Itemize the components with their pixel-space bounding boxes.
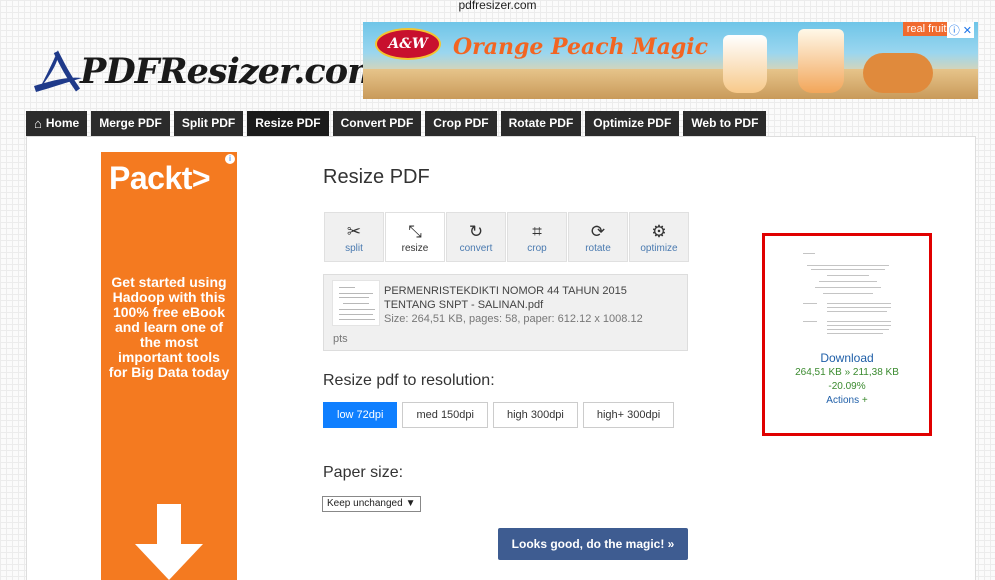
top-caption: pdfresizer.com: [458, 0, 537, 12]
thumb-line: [827, 333, 883, 334]
top-banner-ad[interactable]: A&W Orange Peach Magic real fruits ⓘ ✕: [363, 22, 978, 99]
do-magic-button[interactable]: Looks good, do the magic! »: [498, 528, 688, 560]
scissors-icon: ✂: [346, 221, 362, 241]
tool-convert[interactable]: ↻ convert: [446, 212, 506, 262]
thumb-line: [811, 269, 885, 270]
thumb-line: [339, 309, 375, 310]
nav-tab-convert-pdf[interactable]: Convert PDF: [332, 111, 422, 136]
tool-optimize[interactable]: ⚙ optimize: [629, 212, 689, 262]
thumb-line: [807, 265, 889, 266]
food-image: [863, 53, 933, 93]
rotate-icon: ⟳: [590, 221, 606, 241]
thumb-line: [343, 303, 369, 304]
thumb-line: [339, 314, 373, 315]
chevron-down-icon: ▼: [405, 498, 416, 509]
resize-icon: ⤡: [408, 221, 422, 241]
thumb-line: [803, 321, 817, 322]
tool-label: rotate: [585, 242, 611, 254]
pdf-logo-icon: [34, 50, 82, 92]
result-panel: Download 264,51 KB » 211,38 KB -20.09% A…: [762, 233, 932, 436]
plus-icon: +: [861, 395, 868, 406]
thumb-line: [827, 329, 889, 330]
result-thumbnail[interactable]: [797, 243, 899, 347]
file-thumbnail[interactable]: [332, 280, 380, 326]
thumb-line: [339, 297, 369, 298]
page-title: Resize PDF: [323, 166, 430, 188]
thumb-line: [827, 307, 891, 308]
crop-icon: ⌗: [532, 221, 542, 241]
nav-tab-resize-pdf[interactable]: Resize PDF: [247, 111, 329, 136]
aw-logo: A&W: [375, 28, 441, 60]
thumb-line: [827, 303, 891, 304]
nav-tab-crop-pdf[interactable]: Crop PDF: [425, 111, 497, 136]
thumb-line: [827, 325, 891, 326]
tool-label: resize: [401, 242, 429, 254]
file-meta: Size: 264,51 KB, pages: 58, paper: 612.1…: [384, 313, 643, 325]
nav-tab-optimize-pdf[interactable]: Optimize PDF: [585, 111, 680, 136]
paper-size-heading: Paper size:: [323, 464, 404, 481]
size-change-percent: -20.09%: [828, 381, 866, 392]
thumb-line: [803, 253, 815, 254]
ad-info-icon[interactable]: i: [225, 154, 235, 164]
thumb-line: [803, 303, 817, 304]
file-meta-unit: pts: [333, 333, 348, 345]
thumb-line: [827, 311, 887, 312]
download-link[interactable]: Download: [765, 350, 929, 366]
tool-label: optimize: [640, 242, 678, 254]
convert-icon: ↻: [468, 221, 484, 241]
nav-tab-rotate-pdf[interactable]: Rotate PDF: [500, 111, 582, 136]
size-change: 264,51 KB » 211,38 KB: [795, 367, 899, 378]
res-high-plus-300dpi-button[interactable]: high+ 300dpi: [582, 402, 675, 428]
nav-tab-split-pdf[interactable]: Split PDF: [173, 111, 244, 136]
file-name: PERMENRISTEKDIKTI NOMOR 44 TAHUN 2015 TE…: [384, 285, 627, 311]
thumb-line: [827, 275, 869, 276]
thumb-line: [819, 281, 877, 282]
tool-rotate[interactable]: ⟳ rotate: [568, 212, 628, 262]
resolution-heading: Resize pdf to resolution:: [323, 372, 495, 389]
thumb-line: [339, 293, 373, 294]
actions-label: Actions: [826, 395, 860, 406]
res-low-72dpi-button[interactable]: low 72dpi: [323, 402, 398, 428]
actions-link[interactable]: Actions +: [765, 394, 929, 408]
paper-size-value: Keep unchanged: [327, 498, 403, 509]
optimize-icon: ⚙: [651, 221, 667, 241]
uploaded-file-box: PERMENRISTEKDIKTI NOMOR 44 TAHUN 2015 TE…: [323, 274, 688, 351]
nav-tab-merge-pdf[interactable]: Merge PDF: [91, 111, 170, 136]
banner-promo-text: Orange Peach Magic: [453, 34, 709, 60]
main-nav: ⌂ Home Merge PDF Split PDF Resize PDF Co…: [26, 111, 767, 136]
thumb-line: [339, 287, 355, 288]
tool-label: crop: [527, 242, 547, 254]
packt-logo: Packt>: [109, 160, 211, 196]
float-drink-image: [723, 35, 767, 93]
nav-tab-label: Home: [45, 116, 80, 130]
tool-crop[interactable]: ⌗ crop: [507, 212, 567, 262]
float-drink-image: [798, 29, 844, 93]
tool-label: convert: [459, 242, 493, 254]
tool-resize[interactable]: ⤡ resize: [385, 212, 445, 262]
tool-bar: ✂ split ⤡ resize ↻ convert ⌗ crop ⟳ rota…: [324, 212, 689, 262]
res-high-300dpi-button[interactable]: high 300dpi: [492, 402, 578, 428]
ad-copy: Get started using Hadoop with this 100% …: [108, 274, 230, 380]
tool-split[interactable]: ✂ split: [324, 212, 384, 262]
result-summary: Download 264,51 KB » 211,38 KB -20.09% A…: [765, 350, 929, 408]
thumb-line: [815, 287, 881, 288]
paper-size-select[interactable]: Keep unchanged ▼: [322, 496, 421, 512]
tool-label: split: [345, 242, 363, 254]
down-arrow-icon: [135, 504, 203, 580]
file-info: PERMENRISTEKDIKTI NOMOR 44 TAHUN 2015 TE…: [384, 284, 679, 326]
res-med-150dpi-button[interactable]: med 150dpi: [402, 402, 488, 428]
nav-tab-web-to-pdf[interactable]: Web to PDF: [683, 111, 767, 136]
home-icon: ⌂: [34, 116, 42, 131]
thumb-line: [339, 319, 375, 320]
nav-tab-home[interactable]: ⌂ Home: [26, 111, 88, 136]
thumb-line: [823, 293, 873, 294]
ad-close-icon[interactable]: ⓘ ✕: [946, 22, 974, 38]
side-ad[interactable]: Packt> i Get started using Hadoop with t…: [101, 152, 237, 580]
logo-text: PDFResizer.com: [80, 50, 384, 92]
thumb-line: [827, 321, 891, 322]
resolution-options: low 72dpi med 150dpi high 300dpi high+ 3…: [323, 402, 675, 428]
site-logo[interactable]: PDFResizer.com: [28, 46, 384, 96]
